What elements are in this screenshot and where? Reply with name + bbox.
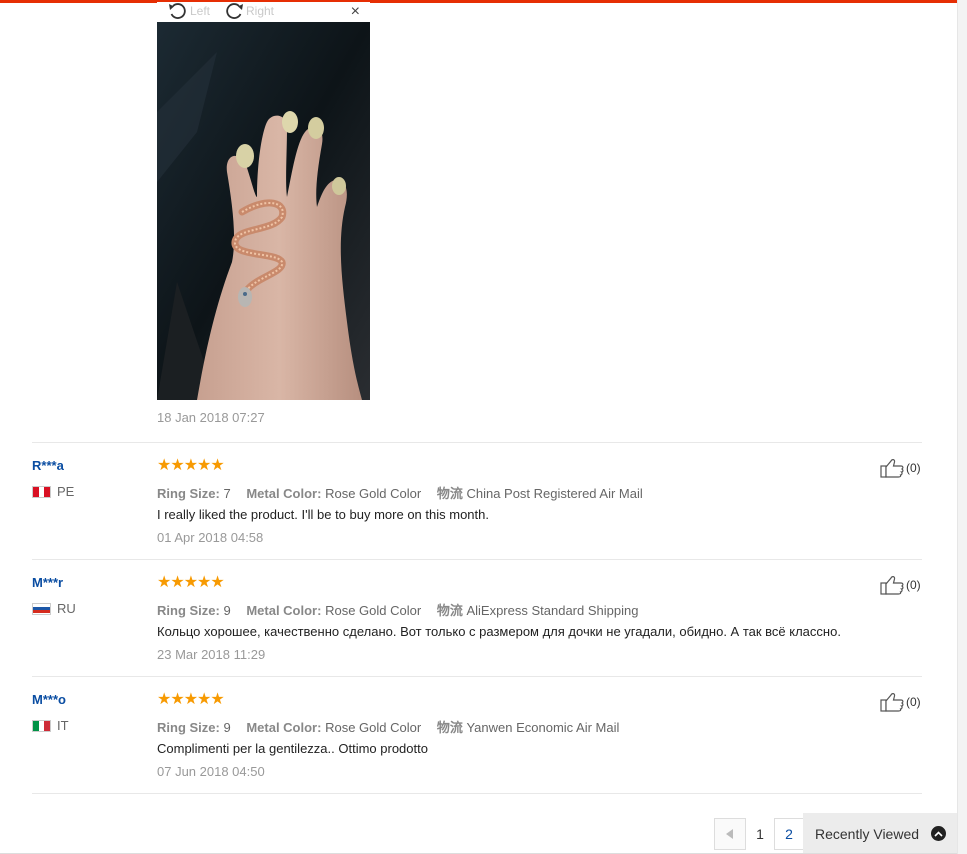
logistics-value: China Post Registered Air Mail [466,486,643,501]
reviewer-country: PE [32,484,74,499]
reviewer-name[interactable]: M***r [32,575,63,590]
review-date: 01 Apr 2018 04:58 [157,530,264,545]
review-attributes: Ring Size: 9 Metal Color: Rose Gold Colo… [157,600,638,619]
star-rating: ★ ★ ★ ★ ★ [157,574,225,591]
star-rating: ★ ★ ★ ★ ★ [157,457,225,474]
flag-peru-icon [32,485,51,498]
review-text: Кольцо хорошее, качественно сделано. Вот… [157,624,841,639]
helpful-count: (0) [906,461,921,475]
caret-left-icon [726,829,733,839]
rotate-left-label: Left [190,4,211,18]
pagination-page-1[interactable]: 1 [746,818,774,850]
viewer-toolbar: Left Right × [157,2,370,22]
country-code: PE [57,484,75,499]
reviewer-name[interactable]: R***a [32,458,64,473]
reviewer-name[interactable]: M***o [32,692,66,707]
ring-size-label: Ring Size: [157,720,220,735]
ring-size-value: 9 [223,720,231,735]
metal-color-label: Metal Color: [246,720,322,735]
rotate-right-label: Right [246,4,275,18]
chevron-up-icon [931,826,946,841]
thumbs-up-icon [880,459,904,478]
flag-italy-icon [32,719,51,732]
photo-viewer: Left Right × [157,2,370,400]
reviewer-country: IT [32,718,69,733]
rotate-left-icon [169,3,186,19]
metal-color-value: Rose Gold Color [325,486,422,501]
pagination-page-2[interactable]: 2 [774,818,804,850]
ring-size-value: 7 [223,486,231,501]
helpful-button[interactable]: (0) [880,692,921,712]
reviewer-country: RU [32,601,76,616]
review-attributes: Ring Size: 9 Metal Color: Rose Gold Colo… [157,717,619,736]
review-item: M***o IT ★ ★ ★ ★ ★ Ring Size: 9 Metal Color:… [0,677,957,793]
scrollbar-track[interactable] [957,0,967,854]
logistics-label: 物流 [436,486,463,501]
helpful-count: (0) [906,578,921,592]
thumbs-up-icon [880,576,904,595]
thumbs-up-icon [880,693,904,712]
helpful-count: (0) [906,695,921,709]
ring-size-value: 9 [223,603,231,618]
country-code: IT [57,718,69,733]
review-attributes: Ring Size: 7 Metal Color: Rose Gold Colo… [157,483,643,502]
review-date: 23 Mar 2018 11:29 [157,647,266,662]
metal-color-value: Rose Gold Color [325,720,422,735]
top-accent-bar [0,0,957,3]
divider [32,793,922,794]
rotate-left-button[interactable]: Left [167,2,210,20]
rotate-right-icon [226,3,243,19]
helpful-button[interactable]: (0) [880,458,921,478]
rotate-right-button[interactable]: Right [223,2,274,20]
logistics-label: 物流 [436,720,463,735]
pagination-prev-button[interactable] [714,818,746,850]
helpful-button[interactable]: (0) [880,575,921,595]
review-item: R***a PE ★ ★ ★ ★ ★ Ring Size: 7 Metal Color:… [0,443,957,559]
recently-viewed-button[interactable]: Recently Viewed [803,813,957,854]
review-date: 07 Jun 2018 04:50 [157,764,265,779]
logistics-value: Yanwen Economic Air Mail [466,720,620,735]
review-item: M***r RU ★ ★ ★ ★ ★ Ring Size: 9 Metal Color:… [0,560,957,676]
recently-viewed-label: Recently Viewed [815,825,920,842]
review-text: Complimenti per la gentilezza.. Ottimo p… [157,741,428,756]
ring-size-label: Ring Size: [157,486,220,501]
metal-color-value: Rose Gold Color [325,603,422,618]
metal-color-label: Metal Color: [246,603,322,618]
logistics-label: 物流 [436,603,463,618]
photo-date: 18 Jan 2018 07:27 [157,410,265,425]
logistics-value: AliExpress Standard Shipping [466,603,639,618]
country-code: RU [57,601,76,616]
metal-color-label: Metal Color: [246,486,322,501]
flag-russia-icon [32,602,51,615]
star-rating: ★ ★ ★ ★ ★ [157,691,225,708]
review-photo[interactable] [157,22,370,400]
ring-size-label: Ring Size: [157,603,220,618]
review-text: I really liked the product. I'll be to b… [157,507,489,522]
close-icon[interactable]: × [351,3,360,21]
